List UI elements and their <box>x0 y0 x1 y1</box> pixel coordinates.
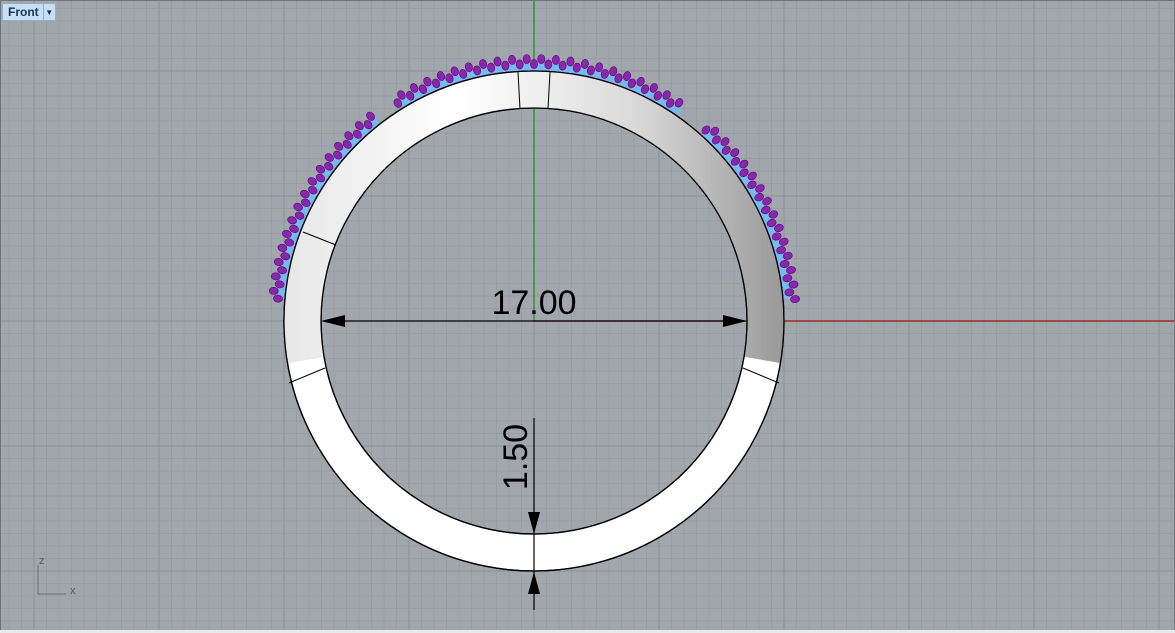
viewport-title[interactable]: Front <box>3 5 43 19</box>
diameter-dimension[interactable]: 17.00 <box>321 284 747 327</box>
chevron-down-icon[interactable]: ▼ <box>42 4 55 20</box>
viewport-title-tab[interactable]: Front ▼ <box>2 3 56 21</box>
axis-x-label: x <box>70 585 76 597</box>
viewport-canvas[interactable]: 17.00 1.50 z x <box>0 0 1175 633</box>
thickness-label: 1.50 <box>497 424 535 490</box>
axis-z-label: z <box>39 555 45 567</box>
axis-icon: z x <box>37 555 76 597</box>
front-viewport[interactable]: 17.00 1.50 z x Front ▼ <box>0 0 1175 633</box>
diameter-label: 17.00 <box>491 284 576 322</box>
thickness-dimension[interactable]: 1.50 <box>497 418 540 610</box>
